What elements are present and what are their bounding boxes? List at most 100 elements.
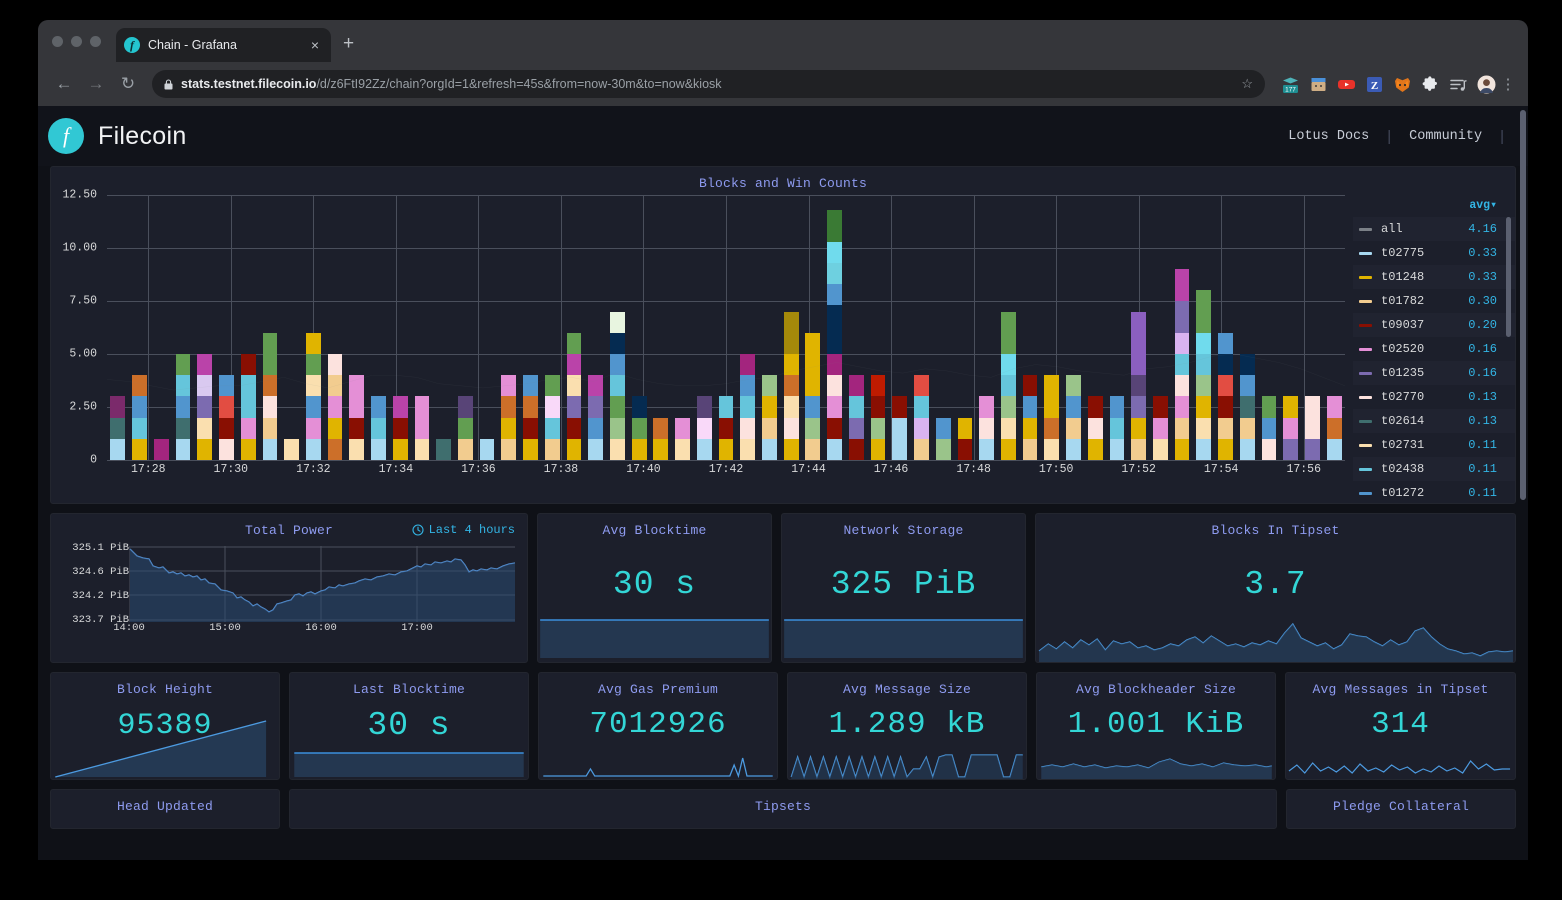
legend-item[interactable]: t02731 0.11 — [1353, 433, 1515, 457]
x-tick-label: 17:52 — [1121, 463, 1156, 476]
time-range-label: Last 4 hours — [429, 523, 515, 537]
sparkline — [290, 749, 528, 779]
nav-link-lotus-docs[interactable]: Lotus Docs — [1270, 129, 1387, 144]
graph-plot-area[interactable]: 02.505.007.5010.0012.50 17:2817:3017:321… — [51, 195, 1353, 503]
legend-item[interactable]: t012720.11 — [1353, 481, 1515, 503]
legend-series-name: t01248 — [1381, 270, 1424, 284]
minimize-window-button[interactable] — [71, 36, 82, 47]
close-window-button[interactable] — [52, 36, 63, 47]
nav-separator-2: | — [1500, 128, 1504, 145]
sparkline — [1286, 753, 1515, 779]
legend-color-swatch — [1359, 324, 1372, 327]
legend-item[interactable]: t017820.30 — [1353, 289, 1515, 313]
puzzle-extensions-icon[interactable] — [1421, 75, 1440, 94]
address-bar[interactable]: stats.testnet.filecoin.io/d/z6FtI92Zz/ch… — [152, 70, 1265, 98]
bookmark-star-icon[interactable]: ☆ — [1241, 76, 1253, 92]
panel-blocks-in-tipset: Blocks In Tipset 3.7 — [1035, 513, 1516, 663]
x-tick-label: 17:30 — [214, 463, 249, 476]
panel-last-blocktime: Last Blocktime 30 s — [289, 672, 529, 780]
legend-item[interactable]: t027750.33 — [1353, 241, 1515, 265]
legend-item[interactable]: t025200.16 — [1353, 337, 1515, 361]
legend-color-swatch — [1359, 372, 1372, 375]
legend-item[interactable]: t026140.13 — [1353, 409, 1515, 433]
x-tick-label: 17:46 — [874, 463, 909, 476]
stat-value: 1.289 kB — [788, 707, 1026, 742]
filecoin-logo-icon: f — [48, 118, 84, 154]
trend-line-all — [107, 195, 1345, 460]
legend-avg-value: 0.11 — [1468, 462, 1497, 476]
dashboard: Blocks and Win Counts 02.505.007.5010.00… — [38, 166, 1528, 829]
legend-item[interactable]: t090370.20 — [1353, 313, 1515, 337]
bars-container — [107, 195, 1345, 460]
legend-series-name: t02438 — [1381, 462, 1424, 476]
panel-block-height: Block Height 95389 — [50, 672, 280, 780]
legend-series-name: t09037 — [1381, 318, 1424, 332]
legend-item[interactable]: t02438 0.11 — [1353, 457, 1515, 481]
x-tick-label: 17:38 — [544, 463, 579, 476]
sparkline — [538, 616, 771, 662]
stat-value: 3.7 — [1036, 566, 1515, 603]
legend-sort-header[interactable]: avg▾ — [1353, 197, 1515, 217]
url-domain: stats.testnet.filecoin.io — [181, 77, 316, 91]
back-icon[interactable]: ← — [50, 74, 78, 94]
url-text: stats.testnet.filecoin.io/d/z6FtI92Zz/ch… — [181, 77, 722, 91]
legend-avg-value: 0.11 — [1468, 438, 1497, 452]
panel-title: Block Height — [51, 673, 279, 697]
legend-series-name: all — [1381, 222, 1403, 236]
box-extension[interactable] — [1309, 75, 1328, 94]
profile-avatar[interactable] — [1477, 75, 1496, 94]
page-content: f Filecoin Lotus Docs | Community | Bloc… — [38, 106, 1528, 860]
legend-avg-value: 0.13 — [1468, 390, 1497, 404]
panel-head-updated: Head Updated — [50, 789, 280, 829]
zotero-extension[interactable]: Z — [1365, 75, 1384, 94]
legend-item[interactable]: t012350.16 — [1353, 361, 1515, 385]
y-axis: 02.505.007.5010.0012.50 — [51, 195, 103, 460]
nav-link-community[interactable]: Community — [1391, 129, 1500, 144]
panel-title: Tipsets — [290, 790, 1276, 814]
panel-tipsets: Tipsets — [289, 789, 1277, 829]
legend-item[interactable]: t027700.13 — [1353, 385, 1515, 409]
browser-toolbar: ← → ↻ stats.testnet.filecoin.io/d/z6FtI9… — [38, 62, 1528, 106]
youtube-extension[interactable] — [1337, 75, 1356, 94]
brand-name: Filecoin — [98, 122, 187, 151]
legend-color-swatch — [1359, 396, 1372, 399]
panel-title: Avg Blockheader Size — [1037, 673, 1275, 697]
legend-avg-value: 0.13 — [1468, 414, 1497, 428]
legend-color-swatch — [1359, 252, 1372, 255]
panel-title: Pledge Collateral — [1287, 790, 1515, 814]
panel-avg-messages-in-tipset: Avg Messages in Tipset 314 — [1285, 672, 1516, 780]
close-icon[interactable]: × — [307, 36, 323, 54]
legend-series-name: t02731 — [1381, 438, 1424, 452]
music-list-icon[interactable] — [1449, 75, 1468, 94]
window-controls[interactable] — [52, 36, 101, 47]
sparkline — [788, 749, 1026, 779]
legend-color-swatch — [1359, 492, 1372, 495]
forward-icon[interactable]: → — [82, 74, 110, 94]
x-tick-label: 17:54 — [1204, 463, 1239, 476]
svg-text:Z: Z — [1371, 80, 1378, 92]
legend-avg-value: 0.30 — [1468, 294, 1497, 308]
x-axis: 17:2817:3017:3217:3417:3617:3817:4017:42… — [107, 463, 1345, 483]
panel-title: Blocks and Win Counts — [51, 167, 1515, 191]
y-tick-label: 324.2 PiB — [72, 590, 129, 602]
graph-legend: avg▾ all4.16t027750.33t012480.33t017820.… — [1353, 195, 1515, 503]
legend-series-name: t01235 — [1381, 366, 1424, 380]
y-tick-label: 2.50 — [69, 401, 97, 414]
stat-value: 314 — [1286, 707, 1515, 742]
reload-icon[interactable]: ↻ — [114, 74, 142, 94]
time-range-badge[interactable]: Last 4 hours — [412, 523, 515, 537]
legend-item[interactable]: t012480.33 — [1353, 265, 1515, 289]
maximize-window-button[interactable] — [90, 36, 101, 47]
panel-avg-message-size: Avg Message Size 1.289 kB — [787, 672, 1027, 780]
browser-menu-icon[interactable]: ⋮ — [1500, 75, 1516, 93]
legend-item[interactable]: all4.16 — [1353, 217, 1515, 241]
tab-title: Chain - Grafana — [148, 38, 299, 52]
clock-icon — [412, 524, 424, 536]
page-scrollbar[interactable] — [1520, 110, 1526, 500]
new-tab-button[interactable]: + — [343, 34, 354, 53]
browser-tab[interactable]: f Chain - Grafana × — [116, 28, 331, 62]
legend-scrollbar[interactable] — [1506, 217, 1511, 337]
badge-177-extension[interactable]: 177 — [1281, 75, 1300, 94]
legend-color-swatch — [1359, 348, 1372, 351]
metamask-extension[interactable] — [1393, 75, 1412, 94]
